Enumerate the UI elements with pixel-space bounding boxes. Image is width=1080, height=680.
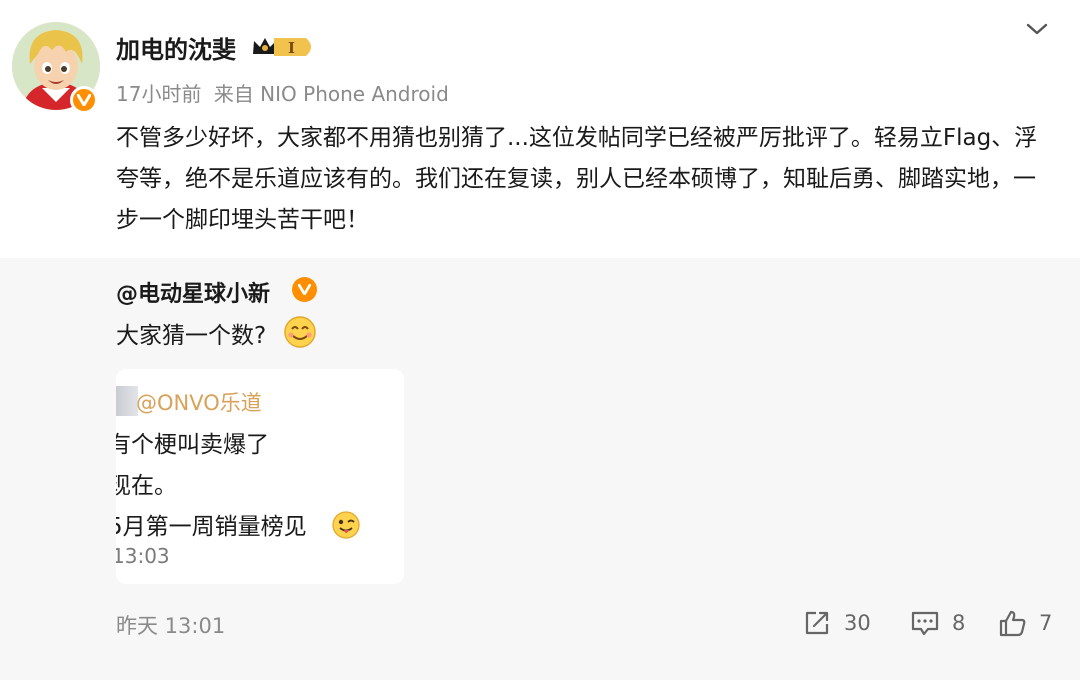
share-arrow-icon	[805, 611, 829, 635]
post-body-text: 不管多少好坏，大家都不用猜也别猜了...这位发帖同学已经被严厉批评了。轻易立Fl…	[116, 125, 1038, 233]
smile-emoji-icon	[283, 315, 317, 353]
image-timestamp: 13:03	[116, 544, 170, 568]
image-line-3: 5月第一周销量榜见	[116, 514, 307, 540]
repost-button[interactable]: 30	[802, 606, 871, 640]
repost-count: 30	[844, 611, 871, 635]
comment-icon	[911, 611, 939, 636]
image-line-1: 有个梗叫卖爆了	[116, 432, 269, 458]
vip-level-text: I	[288, 39, 295, 57]
verified-v-icon	[292, 277, 317, 302]
chevron-down-icon[interactable]	[1025, 20, 1049, 42]
image-line-2: 现在。	[116, 473, 177, 499]
crown-badge-icon[interactable]: I	[250, 34, 318, 64]
post-time: 17小时前	[116, 82, 202, 106]
post-meta: 17小时前 来自 NIO Phone Android	[116, 78, 449, 107]
reposted-content[interactable]: @电动星球小新 大家猜一个数? @ONVO乐道 有个梗叫卖爆了 现在。 5月第一…	[0, 258, 1080, 680]
like-button[interactable]: 7	[997, 606, 1052, 640]
weibo-post: 加电的沈斐 I 17小时前 来自 NIO Phone Android 不管多少好…	[0, 0, 1080, 258]
repost-body-text: 大家猜一个数?	[116, 323, 267, 349]
repost-time: 昨天 13:01	[116, 614, 226, 638]
image-handle: @ONVO乐道	[136, 391, 262, 415]
username[interactable]: 加电的沈斐	[116, 30, 236, 65]
like-count: 7	[1039, 611, 1053, 635]
post-source: 来自 NIO Phone Android	[213, 82, 449, 106]
thumbs-up-icon	[999, 610, 1026, 637]
repost-username[interactable]: @电动星球小新	[116, 276, 270, 308]
verified-v-icon	[70, 86, 98, 114]
comment-count: 8	[952, 611, 966, 635]
repost-image[interactable]: @ONVO乐道 有个梗叫卖爆了 现在。 5月第一周销量榜见 13:03	[116, 369, 404, 584]
comment-button[interactable]: 8	[910, 606, 965, 640]
blurred-avatar	[116, 386, 138, 416]
wink-tongue-emoji-icon	[331, 510, 361, 544]
